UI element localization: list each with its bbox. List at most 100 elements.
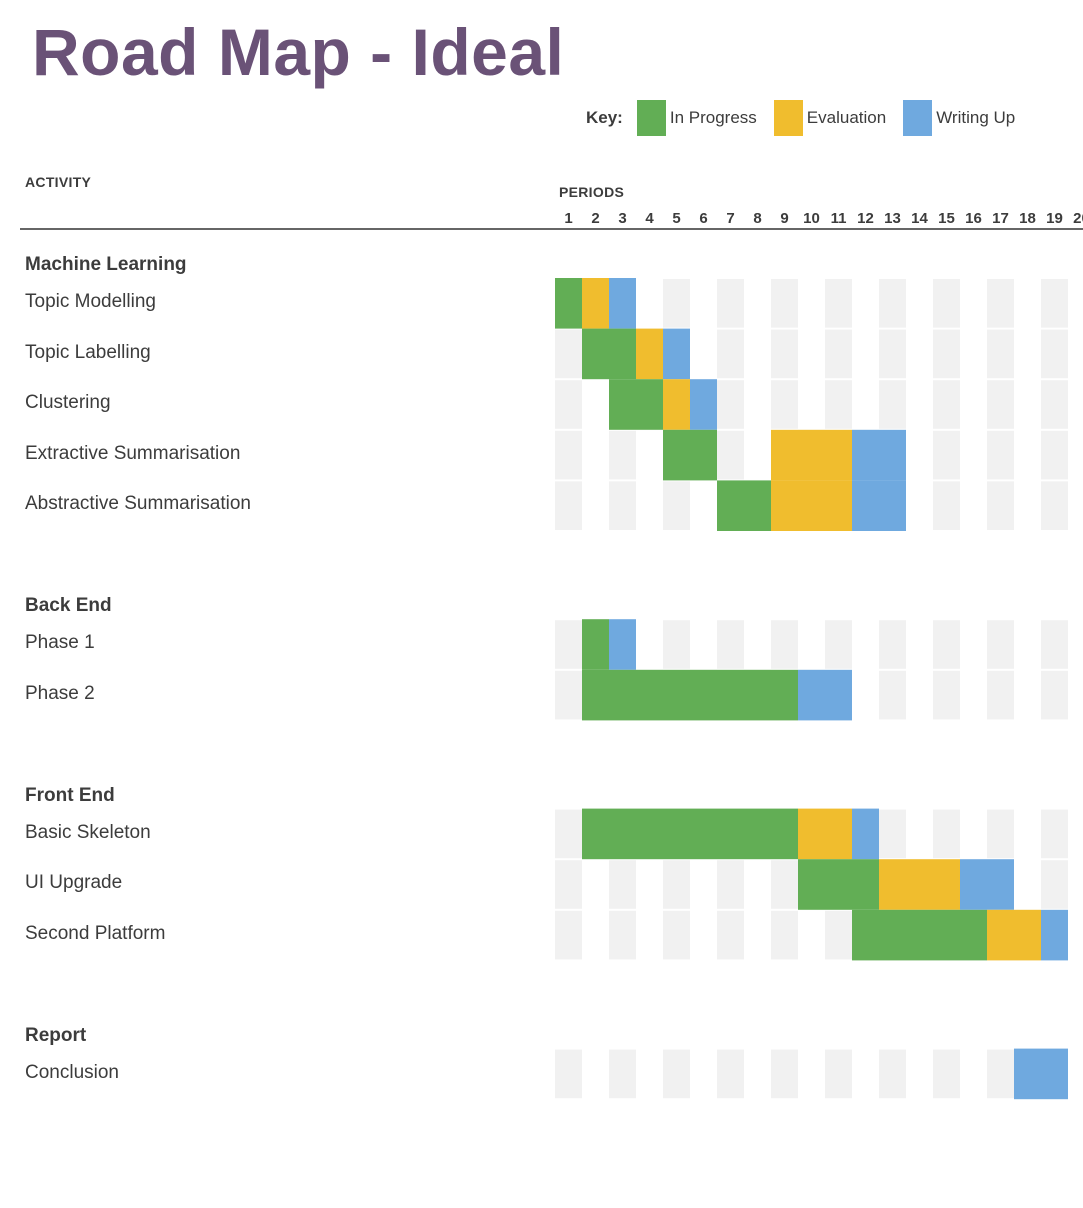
period-stripe [879, 620, 906, 669]
period-stripe [987, 279, 1014, 328]
period-stripe [609, 481, 636, 530]
period-tick-label: 17 [992, 210, 1009, 227]
period-stripe [771, 279, 798, 328]
bar-abstractive-summarisation-writing-up [852, 480, 906, 531]
period-tick-label: 14 [911, 210, 928, 227]
bar-topic-labelling-evaluation [636, 328, 663, 380]
period-stripe [1041, 620, 1068, 669]
period-stripe [717, 329, 744, 379]
period-stripe [771, 329, 798, 379]
period-stripe [1041, 670, 1068, 720]
period-tick-label: 4 [645, 210, 654, 227]
period-stripe [717, 279, 744, 328]
period-stripe [555, 481, 582, 530]
bar-extractive-summarisation-writing-up [852, 429, 906, 481]
period-stripe [987, 670, 1014, 720]
bar-ui-upgrade-writing-up [960, 859, 1014, 910]
gantt-chart: 1234567891011121314151617181920 [555, 210, 1083, 1100]
period-stripe [609, 860, 636, 909]
bar-phase-1-writing-up [609, 619, 636, 670]
period-stripe [933, 329, 960, 379]
period-tick-label: 15 [938, 210, 955, 227]
period-stripe [1041, 809, 1068, 859]
bar-second-platform-writing-up [1041, 909, 1068, 961]
period-stripe [717, 1049, 744, 1099]
period-stripe [879, 670, 906, 720]
period-stripe [609, 430, 636, 480]
bar-basic-skeleton-writing-up [852, 808, 879, 860]
period-stripe [1041, 279, 1068, 328]
period-stripe [933, 1049, 960, 1099]
bar-topic-labelling-writing-up [663, 328, 690, 380]
period-tick-label: 18 [1019, 210, 1036, 227]
bar-extractive-summarisation-evaluation [771, 429, 852, 481]
period-stripe [555, 430, 582, 480]
period-stripe [933, 279, 960, 328]
period-stripe [771, 910, 798, 960]
period-tick-label: 7 [726, 210, 734, 227]
period-tick-label: 9 [780, 210, 788, 227]
bar-topic-modelling-in-progress [555, 278, 582, 329]
period-stripe [1041, 380, 1068, 429]
period-stripe [717, 380, 744, 429]
period-stripe [717, 860, 744, 909]
period-stripe [879, 1049, 906, 1099]
period-tick-label: 6 [699, 210, 707, 227]
bar-topic-modelling-evaluation [582, 278, 609, 329]
period-stripe [609, 910, 636, 960]
bar-ui-upgrade-evaluation [879, 859, 960, 910]
bar-clustering-writing-up [690, 379, 717, 430]
period-stripe [717, 430, 744, 480]
period-stripe [663, 620, 690, 669]
period-stripe [1041, 860, 1068, 909]
period-stripe [987, 1049, 1014, 1099]
period-stripe [1041, 329, 1068, 379]
bar-ui-upgrade-in-progress [798, 859, 879, 910]
period-stripe [825, 279, 852, 328]
period-stripe [663, 860, 690, 909]
period-stripe [825, 910, 852, 960]
bar-clustering-in-progress [609, 379, 663, 430]
period-tick-label: 10 [803, 210, 820, 227]
period-stripe [609, 1049, 636, 1099]
period-stripe [555, 380, 582, 429]
period-stripe [987, 809, 1014, 859]
bar-topic-labelling-in-progress [582, 328, 636, 380]
period-stripe [933, 809, 960, 859]
period-stripe [933, 430, 960, 480]
bar-extractive-summarisation-in-progress [663, 429, 717, 481]
period-stripe [933, 620, 960, 669]
period-stripe [933, 380, 960, 429]
bar-basic-skeleton-in-progress [582, 808, 798, 860]
period-stripe [663, 481, 690, 530]
period-stripe [933, 481, 960, 530]
bar-basic-skeleton-evaluation [798, 808, 852, 860]
period-stripe [1041, 481, 1068, 530]
period-stripe [771, 620, 798, 669]
period-stripe [879, 809, 906, 859]
bar-abstractive-summarisation-evaluation [771, 480, 852, 531]
bar-phase-1-in-progress [582, 619, 609, 670]
period-stripe [555, 860, 582, 909]
bar-phase-2-in-progress [582, 669, 798, 721]
period-tick-label: 11 [831, 210, 847, 227]
period-stripe [879, 329, 906, 379]
period-stripe [717, 910, 744, 960]
period-stripe [825, 329, 852, 379]
period-tick-label: 19 [1046, 210, 1063, 227]
period-stripe [555, 809, 582, 859]
period-stripe [771, 380, 798, 429]
period-tick-label: 1 [564, 210, 572, 227]
period-stripe [771, 860, 798, 909]
period-tick-label: 2 [591, 210, 599, 227]
period-stripe [1041, 430, 1068, 480]
period-tick-label: 12 [857, 210, 874, 227]
bar-phase-2-writing-up [798, 669, 852, 721]
period-stripe [663, 910, 690, 960]
bar-topic-modelling-writing-up [609, 278, 636, 329]
period-stripe [987, 430, 1014, 480]
bar-abstractive-summarisation-in-progress [717, 480, 771, 531]
period-stripe [771, 1049, 798, 1099]
period-stripe [987, 620, 1014, 669]
bar-second-platform-evaluation [987, 909, 1041, 961]
